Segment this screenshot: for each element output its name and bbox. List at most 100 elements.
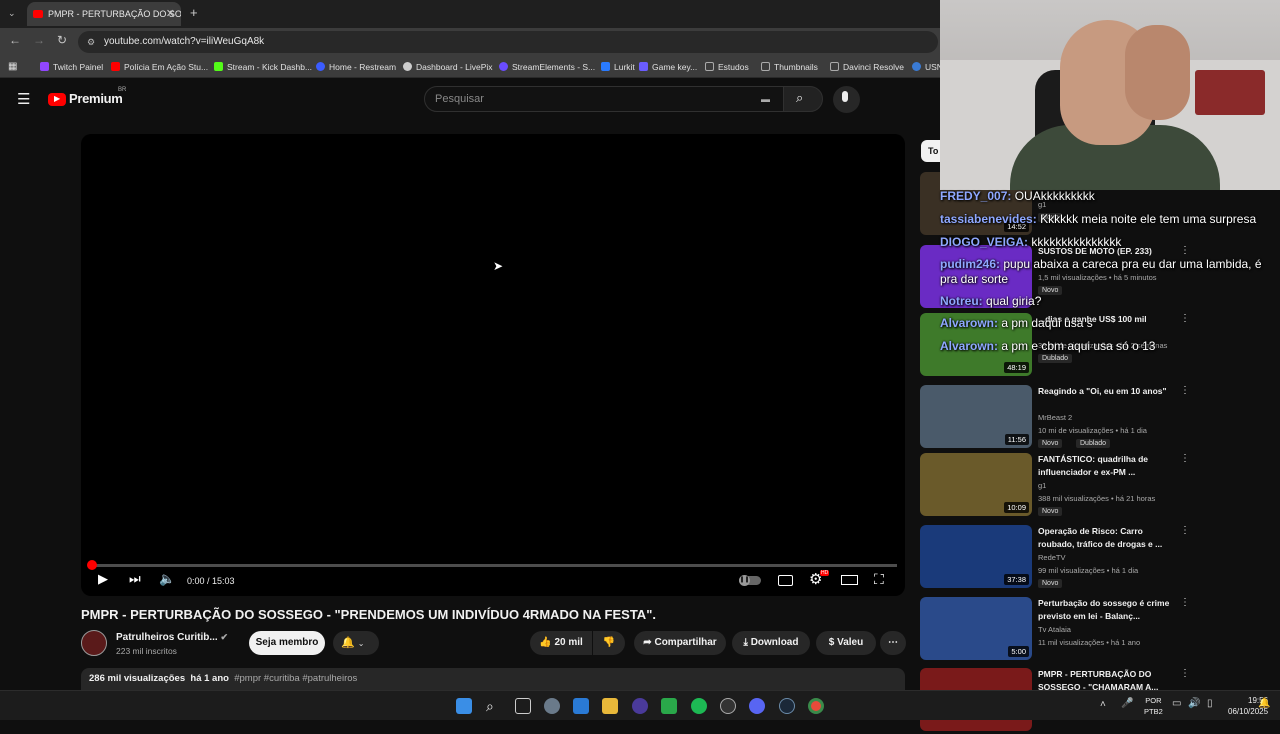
- windows-start-icon[interactable]: [456, 698, 472, 714]
- join-button[interactable]: Seja membro: [249, 631, 325, 655]
- theater-mode-icon[interactable]: [841, 575, 858, 585]
- taskbar-search-icon[interactable]: ⌕: [486, 698, 502, 714]
- next-icon[interactable]: ⏭: [129, 571, 141, 587]
- notifications-icon[interactable]: 🔔: [1258, 698, 1270, 709]
- chat-text: kkkkkkkkkkkkkkk: [1031, 235, 1122, 249]
- app-icon-green[interactable]: [661, 698, 677, 714]
- tray-chevron-icon[interactable]: ˄: [1100, 699, 1106, 710]
- like-button[interactable]: 👍 20 mil: [530, 631, 592, 655]
- youtube-favicon-icon: [33, 10, 43, 18]
- recommendation-title[interactable]: Perturbação do sossego é crime previsto …: [1038, 597, 1178, 623]
- discord-icon[interactable]: [749, 698, 765, 714]
- browser-tab[interactable]: PMPR - PERTURBAÇÃO DO SOSSEGO ✕: [27, 2, 181, 26]
- more-options-icon[interactable]: ⋮: [1180, 668, 1190, 679]
- more-options-icon[interactable]: ⋮: [1180, 525, 1190, 536]
- progress-bar[interactable]: [87, 560, 897, 570]
- download-button[interactable]: ⤓ Download: [732, 631, 810, 655]
- more-options-icon[interactable]: ⋮: [1180, 453, 1190, 464]
- keyboard-icon[interactable]: ▬: [761, 87, 770, 111]
- video-thumbnail[interactable]: 11:56: [920, 385, 1032, 448]
- apps-icon[interactable]: ▦: [8, 61, 17, 73]
- steam-icon[interactable]: [779, 698, 795, 714]
- input-language[interactable]: POR PTB2: [1144, 695, 1163, 717]
- channel-name[interactable]: Patrulheiros Curitib... ✔: [116, 632, 228, 643]
- recommendation-channel[interactable]: RedeTV: [1038, 553, 1066, 562]
- share-button[interactable]: ➦ Compartilhar: [634, 631, 726, 655]
- chat-message: DIOGO_VEIGA: kkkkkkkkkkkkkkk: [940, 235, 1121, 249]
- recommendation-card[interactable]: 5:00 Perturbação do sossego é crime previ…: [920, 597, 1200, 663]
- video-thumbnail[interactable]: 10:09: [920, 453, 1032, 516]
- task-view-icon[interactable]: [515, 698, 531, 714]
- chat-username: Alvarown:: [940, 339, 999, 353]
- hashtags[interactable]: #pmpr #curitiba #patrulheiros: [234, 673, 357, 684]
- recommendation-title[interactable]: Operação de Risco: Carro roubado, tráfic…: [1038, 525, 1178, 551]
- bookmark-lurkit[interactable]: Lurkit: [601, 61, 635, 73]
- voice-search-button[interactable]: [833, 86, 860, 113]
- more-options-icon[interactable]: ⋮: [1180, 385, 1190, 396]
- chat-text: Kkkkkk meia noite ele tem uma surpresa: [1040, 212, 1257, 226]
- notifications-button[interactable]: 🔔 ⌄: [333, 631, 379, 655]
- recommendation-channel[interactable]: MrBeast 2: [1038, 413, 1072, 422]
- bookmark-folder-davinci[interactable]: Davinci Resolve: [830, 61, 904, 73]
- more-options-icon[interactable]: ⋮: [1180, 597, 1190, 608]
- microphone-icon: [842, 91, 848, 102]
- recommendation-card[interactable]: 37:38 Operação de Risco: Carro roubado, t…: [920, 525, 1200, 591]
- back-icon[interactable]: ←: [9, 33, 21, 47]
- channel-avatar[interactable]: [81, 630, 107, 656]
- recommendation-card[interactable]: 10:09 FANTÁSTICO: quadrilha de influencia…: [920, 453, 1200, 519]
- network-icon[interactable]: ▭: [1172, 698, 1181, 709]
- progress-scrubber[interactable]: [87, 560, 97, 570]
- bookmark-twitch[interactable]: Twitch Painel: [40, 61, 103, 73]
- bookmark-restream[interactable]: Home - Restream: [316, 61, 396, 73]
- subtitles-icon[interactable]: [778, 575, 793, 586]
- more-actions-button[interactable]: ⋯: [880, 631, 906, 655]
- bookmark-kick[interactable]: Stream - Kick Dashb...: [214, 61, 312, 73]
- streamelements-icon: [499, 62, 508, 71]
- play-icon[interactable]: ▶: [98, 571, 108, 587]
- new-tab-button[interactable]: +: [190, 5, 198, 20]
- tab-search-icon[interactable]: ⌄: [8, 8, 16, 19]
- settings-app-icon[interactable]: [544, 698, 560, 714]
- recommendation-card[interactable]: 11:56 Reagindo a "Oi, eu em 10 anos" MrBea…: [920, 385, 1200, 451]
- recommendation-title[interactable]: Reagindo a "Oi, eu em 10 anos": [1038, 385, 1178, 398]
- tab-close-icon[interactable]: ✕: [166, 2, 175, 26]
- restream-icon: [316, 62, 325, 71]
- thanks-button[interactable]: $ Valeu: [816, 631, 876, 655]
- recommendation-badge: Novo: [1038, 439, 1063, 448]
- url-field[interactable]: ⚙ youtube.com/watch?v=iliWeuGqA8k: [78, 31, 938, 53]
- chrome-icon[interactable]: [808, 698, 824, 714]
- battery-icon[interactable]: ▯: [1207, 698, 1213, 709]
- fullscreen-icon[interactable]: ⛶: [874, 571, 884, 588]
- recommendation-channel[interactable]: g1: [1038, 481, 1046, 490]
- speaker-icon[interactable]: 🔊: [1188, 698, 1200, 709]
- bookmark-policia[interactable]: Polícia Em Ação Stu...: [111, 61, 208, 73]
- forward-icon[interactable]: →: [33, 33, 45, 47]
- menu-icon[interactable]: ☰: [17, 90, 30, 108]
- tray-mic-icon[interactable]: 🎤: [1121, 698, 1133, 709]
- spotify-icon[interactable]: [691, 698, 707, 714]
- volume-icon[interactable]: 🔈: [159, 571, 175, 587]
- video-player[interactable]: ➤ ▶ ⏭ 🔈 0:00 / 15:03 ❚❚ ⚙ HD ⛶: [81, 134, 905, 596]
- photos-app-icon[interactable]: [573, 698, 589, 714]
- recommendation-title[interactable]: FANTÁSTICO: quadrilha de influenciador e…: [1038, 453, 1178, 479]
- video-thumbnail[interactable]: 5:00: [920, 597, 1032, 660]
- reload-icon[interactable]: ↻: [57, 33, 67, 47]
- description-box[interactable]: 286 mil visualizações há 1 ano #pmpr #cu…: [81, 668, 905, 690]
- autoplay-toggle[interactable]: ❚❚: [739, 575, 761, 586]
- dislike-button[interactable]: 👎: [593, 631, 625, 655]
- file-explorer-icon[interactable]: [602, 698, 618, 714]
- bookmark-folder-estudos[interactable]: Estudos: [705, 61, 749, 73]
- thumbs-up-icon: 👍: [539, 637, 552, 648]
- video-thumbnail[interactable]: 37:38: [920, 525, 1032, 588]
- recommendation-channel[interactable]: Tv Atalaia: [1038, 625, 1071, 634]
- bookmark-gamekey[interactable]: Game key...: [639, 61, 697, 73]
- bookmark-usn[interactable]: USN: [912, 61, 940, 73]
- bookmark-streamelements[interactable]: StreamElements - S...: [499, 61, 595, 73]
- search-input[interactable]: Pesquisar ▬: [424, 86, 784, 112]
- bookmark-folder-thumbnails[interactable]: Thumbnails: [761, 61, 818, 73]
- app-icon-purple[interactable]: [632, 698, 648, 714]
- app-icon-obs[interactable]: [720, 698, 736, 714]
- search-button[interactable]: ⌕: [783, 86, 823, 112]
- site-info-icon[interactable]: ⚙: [87, 31, 95, 53]
- bookmark-livepix[interactable]: Dashboard - LivePix: [403, 61, 493, 73]
